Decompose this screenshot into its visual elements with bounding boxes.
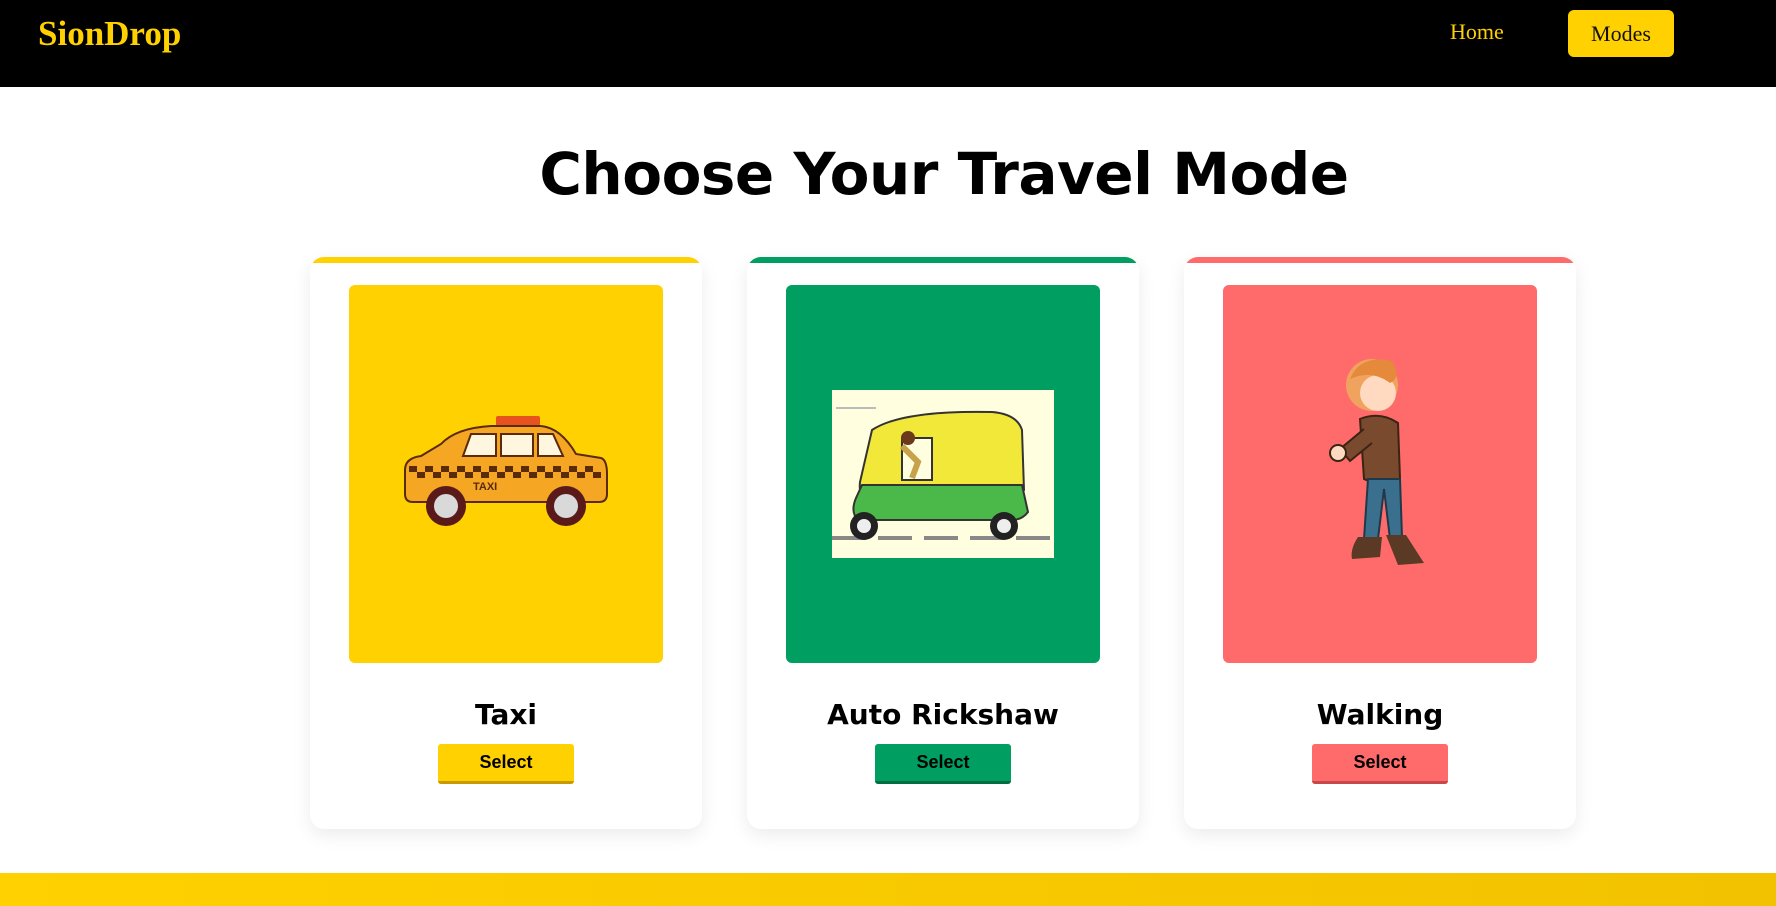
select-walking-button[interactable]: Select: [1312, 744, 1448, 784]
top-navbar: SionDrop Home Modes: [0, 0, 1776, 87]
mode-title-auto-rickshaw: Auto Rickshaw: [827, 698, 1059, 731]
nav-link-home[interactable]: Home: [1450, 19, 1504, 45]
walking-person-icon: [1329, 359, 1424, 565]
brand-logo[interactable]: SionDrop: [38, 14, 181, 54]
mode-card-taxi: TAXI Taxi Select: [310, 257, 702, 829]
nav-link-modes[interactable]: Modes: [1568, 10, 1674, 57]
mode-title-taxi: Taxi: [474, 698, 538, 731]
walking-image-box: [1223, 285, 1537, 663]
mode-card-auto-rickshaw: Auto Rickshaw Select: [747, 257, 1139, 829]
svg-text:TAXI: TAXI: [473, 481, 497, 493]
page-title: Choose Your Travel Mode: [539, 140, 1349, 208]
select-taxi-button[interactable]: Select: [438, 744, 574, 784]
card-accent-bar: [747, 257, 1139, 263]
taxi-image-box: TAXI: [349, 285, 663, 663]
auto-rickshaw-icon: [832, 390, 1054, 558]
mode-title-walking: Walking: [1316, 698, 1444, 731]
footer-bar: [0, 873, 1776, 906]
auto-rickshaw-image-box: [786, 285, 1100, 663]
mode-card-walking: Walking Select: [1184, 257, 1576, 829]
card-accent-bar: [1184, 257, 1576, 263]
card-accent-bar: [310, 257, 702, 263]
select-auto-rickshaw-button[interactable]: Select: [875, 744, 1011, 784]
taxi-icon: TAXI: [404, 416, 608, 526]
